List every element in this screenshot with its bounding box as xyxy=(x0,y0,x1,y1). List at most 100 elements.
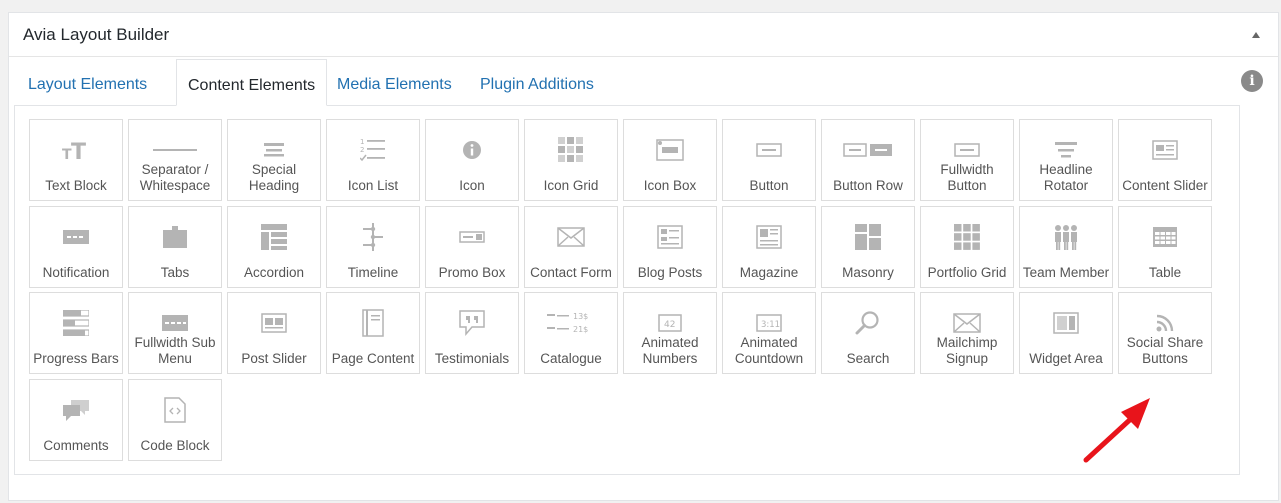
element-icon[interactable]: Icon xyxy=(425,119,519,201)
element-fullwidth-sub-menu[interactable]: Fullwidth Sub Menu xyxy=(128,292,222,374)
element-icon-box[interactable]: Icon Box xyxy=(623,119,717,201)
svg-text:42: 42 xyxy=(664,320,675,330)
element-headline-rotator[interactable]: Headline Rotator xyxy=(1019,119,1113,201)
element-label: Animated Numbers xyxy=(641,335,699,366)
element-code-block[interactable]: Code Block xyxy=(128,378,222,461)
info-icon[interactable]: i xyxy=(1241,70,1263,92)
element-fullwidth-button[interactable]: Fullwidth Button xyxy=(920,119,1014,201)
element-comments[interactable]: Comments xyxy=(29,378,123,461)
element-label: Text Block xyxy=(45,178,107,193)
svg-text:3:11: 3:11 xyxy=(761,320,780,330)
element-label: Code Block xyxy=(140,437,210,453)
element-label: Fullwidth Sub Menu xyxy=(134,335,216,366)
element-social-share-buttons[interactable]: Social Share Buttons xyxy=(1118,292,1212,374)
element-timeline[interactable]: Timeline xyxy=(326,205,420,288)
element-label: Special Heading xyxy=(248,162,300,193)
element-accordion[interactable]: Accordion xyxy=(227,205,321,288)
svg-text:13$: 13$ xyxy=(573,312,588,321)
comments-icon xyxy=(46,392,106,428)
testimonials-icon xyxy=(442,305,502,341)
icon-grid-icon xyxy=(541,132,601,168)
element-label: Page Content xyxy=(331,351,415,366)
element-page-content[interactable]: Page Content xyxy=(326,292,420,374)
element-label: Icon List xyxy=(347,178,399,193)
element-testimonials[interactable]: Testimonials xyxy=(425,292,519,374)
envelope-icon xyxy=(541,219,601,255)
element-widget-area[interactable]: Widget Area xyxy=(1019,292,1113,374)
element-label: Animated Countdown xyxy=(734,335,804,366)
element-text-block[interactable]: T T Text Block xyxy=(29,119,123,201)
progress-bars-icon xyxy=(46,305,106,341)
element-icon-grid[interactable]: Icon Grid xyxy=(524,119,618,201)
element-label: Masonry xyxy=(842,264,894,280)
tab-media-elements[interactable]: Media Elements xyxy=(337,59,452,106)
element-separator-whitespace[interactable]: Separator / Whitespace xyxy=(128,119,222,201)
masonry-icon xyxy=(838,219,898,255)
element-masonry[interactable]: Masonry xyxy=(821,205,915,288)
code-block-icon xyxy=(145,392,205,428)
element-portfolio-grid[interactable]: Portfolio Grid xyxy=(920,205,1014,288)
panel-title: Avia Layout Builder xyxy=(23,25,170,44)
element-special-heading[interactable]: Special Heading xyxy=(227,119,321,201)
svg-text:1: 1 xyxy=(360,138,364,146)
team-member-icon xyxy=(1036,219,1096,255)
tab-layout-elements[interactable]: Layout Elements xyxy=(28,59,147,106)
element-label: Catalogue xyxy=(540,351,602,366)
element-label: Social Share Buttons xyxy=(1126,335,1204,366)
element-label: Blog Posts xyxy=(637,264,703,280)
element-catalogue[interactable]: 13$ 21$ Catalogue xyxy=(524,292,618,374)
element-label: Post Slider xyxy=(241,351,307,366)
info-circle-icon xyxy=(442,132,502,168)
element-label: Contact Form xyxy=(530,264,612,280)
tab-plugin-additions[interactable]: Plugin Additions xyxy=(480,59,594,106)
element-progress-bars[interactable]: Progress Bars xyxy=(29,292,123,374)
element-label: Mailchimp Signup xyxy=(936,335,998,366)
content-elements-grid: T T Text Block Separator / Whitespace Specia… xyxy=(29,119,1212,461)
element-label: Notification xyxy=(42,264,110,280)
catalogue-icon: 13$ 21$ xyxy=(541,305,601,341)
element-label: Testimonials xyxy=(434,351,510,366)
accordion-icon xyxy=(244,219,304,255)
element-label: Magazine xyxy=(739,264,799,280)
element-label: Table xyxy=(1148,264,1182,280)
element-label: Widget Area xyxy=(1029,351,1103,366)
element-blog-posts[interactable]: Blog Posts xyxy=(623,205,717,288)
element-label: Button Row xyxy=(833,178,903,193)
table-icon xyxy=(1135,219,1195,255)
element-team-member[interactable]: Team Member xyxy=(1019,205,1113,288)
element-animated-countdown[interactable]: 3:11 Animated Countdown xyxy=(722,292,816,374)
element-button-row[interactable]: Button Row xyxy=(821,119,915,201)
element-contact-form[interactable]: Contact Form xyxy=(524,205,618,288)
button-icon xyxy=(739,132,799,168)
page-content-icon xyxy=(343,305,403,341)
element-magazine[interactable]: Magazine xyxy=(722,205,816,288)
panel-header[interactable]: Avia Layout Builder xyxy=(9,13,1278,57)
element-button[interactable]: Button xyxy=(722,119,816,201)
element-post-slider[interactable]: Post Slider xyxy=(227,292,321,374)
text-block-icon: TT xyxy=(46,132,106,168)
element-label: Icon Box xyxy=(643,178,697,193)
notification-icon xyxy=(46,219,106,255)
button-row-icon xyxy=(838,132,898,168)
timeline-icon xyxy=(343,219,403,255)
element-icon-list[interactable]: 1 2 Icon List xyxy=(326,119,420,201)
element-content-slider[interactable]: Content Slider xyxy=(1118,119,1212,201)
element-mailchimp-signup[interactable]: Mailchimp Signup xyxy=(920,292,1014,374)
element-table[interactable]: Table xyxy=(1118,205,1212,288)
element-label: Content Slider xyxy=(1122,178,1208,193)
collapse-arrow-icon[interactable] xyxy=(1252,32,1260,38)
element-label: Promo Box xyxy=(438,264,506,280)
element-label: Tabs xyxy=(160,264,190,280)
element-label: Fullwidth Button xyxy=(940,162,994,193)
portfolio-grid-icon xyxy=(937,219,997,255)
element-label: Accordion xyxy=(243,264,305,280)
element-notification[interactable]: Notification xyxy=(29,205,123,288)
element-label: Search xyxy=(846,351,890,366)
tab-content-elements[interactable]: Content Elements xyxy=(176,59,328,106)
element-animated-numbers[interactable]: 42 Animated Numbers xyxy=(623,292,717,374)
element-label: Timeline xyxy=(347,264,399,280)
element-promo-box[interactable]: Promo Box xyxy=(425,205,519,288)
element-tabs[interactable]: Tabs xyxy=(128,205,222,288)
svg-text:T: T xyxy=(71,140,86,163)
element-search[interactable]: Search xyxy=(821,292,915,374)
